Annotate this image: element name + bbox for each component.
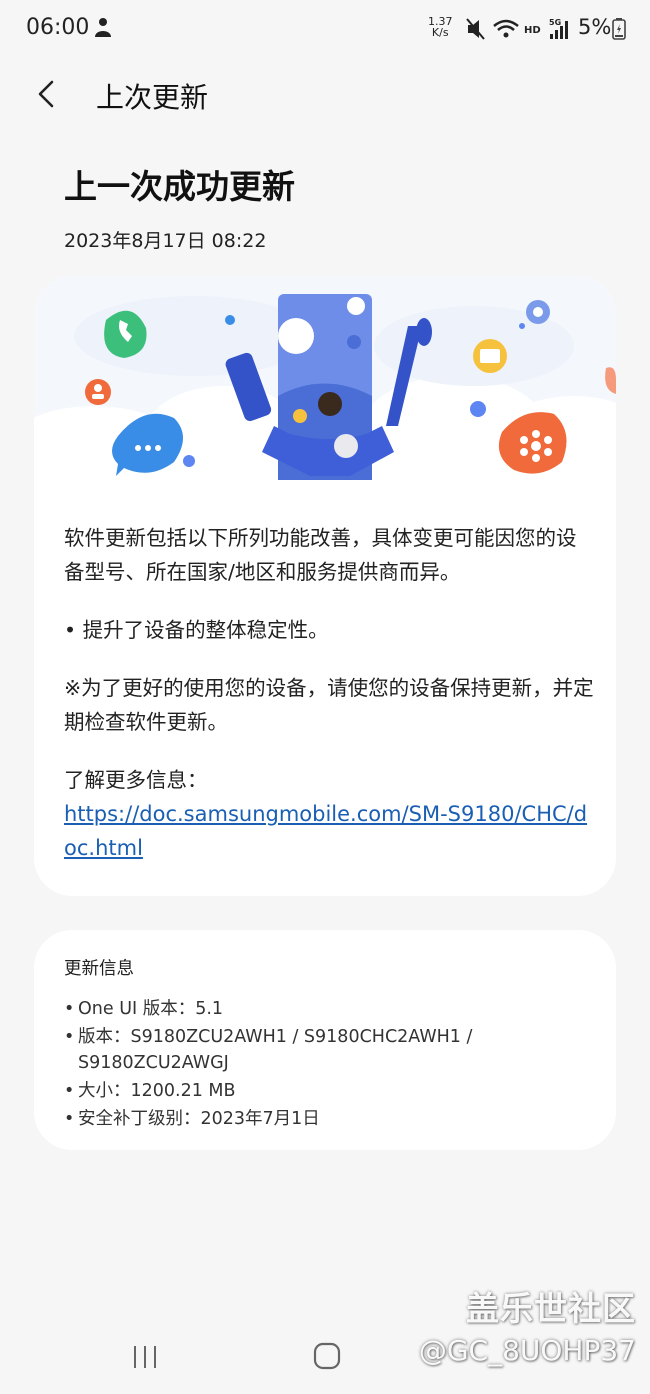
more-info-link[interactable]: https://doc.samsungmobile.com/SM-S9180/C… [64,802,587,860]
status-bar: 06:00 1.37 K/s HD 5G 5% [0,0,650,58]
chevron-left-icon [38,80,54,108]
files-app-icon [473,339,507,373]
info-value: 2023年7月1日 [200,1109,320,1129]
battery-percent: 5% [578,15,612,39]
screen-title: 上次更新 [96,81,209,114]
back-button[interactable] [30,76,66,112]
update-heading: 上一次成功更新 [64,167,295,206]
watermark-site: 盖乐世社区 [466,1289,636,1328]
release-notes-intro: 软件更新包括以下所列功能改善，具体变更可能因您的设备型号、所在国家/地区和服务提… [64,526,577,584]
settings-app-icon [526,300,550,324]
home-icon [313,1342,341,1370]
person-icon [95,18,111,37]
list-item: • One UI 版本：5.1 [64,999,224,1019]
release-notes-note: ※为了更好的使用您的设备，请使您的设备保持更新，并定期检查软件更新。 [64,676,594,734]
recent-apps-icon [134,1346,156,1368]
recent-apps-button[interactable] [130,1344,160,1370]
info-label: 安全补丁级别： [78,1109,201,1129]
list-item: • 安全补丁级别：2023年7月1日 [64,1109,320,1129]
network-speed-unit: K/s [431,26,449,39]
info-value: 5.1 [195,999,224,1019]
home-button[interactable] [312,1341,342,1371]
signal-label: 5G [549,18,561,27]
info-value: S9180ZCU2AWH1 / S9180CHC2AWH1 / S9180ZCU… [78,1027,473,1073]
release-notes: 软件更新包括以下所列功能改善，具体变更可能因您的设备型号、所在国家/地区和服务提… [64,521,594,865]
release-notes-card: 软件更新包括以下所列功能改善，具体变更可能因您的设备型号、所在国家/地区和服务提… [34,276,616,896]
update-info-list: • One UI 版本：5.1 • 版本：S9180ZCU2AWH1 / S9180… [64,996,604,1134]
info-label: One UI 版本： [78,999,196,1019]
update-date: 2023年8月17日 08:22 [64,230,267,252]
network-speed: 1.37 K/s [428,16,453,38]
status-icons: HD 5G [466,18,568,40]
more-info-label: 了解更多信息： [64,768,208,792]
info-value: 1200.21 MB [130,1081,236,1101]
list-item: • 大小：1200.21 MB [64,1081,236,1101]
release-notes-item: • 提升了设备的整体稳定性。 [64,618,329,642]
list-item: • 版本：S9180ZCU2AWH1 / S9180CHC2AWH1 / S918… [64,1027,473,1073]
info-label: 大小： [78,1081,131,1101]
update-info-title: 更新信息 [64,959,134,979]
status-time: 06:00 [26,15,90,40]
mute-icon [466,18,485,40]
watermark-user: @GC_8UOHP37 [418,1334,636,1367]
contacts-app-icon [85,379,111,405]
wifi-icon [493,19,519,38]
update-info-card: 更新信息 • One UI 版本：5.1 • 版本：S9180ZCU2AWH1 / … [34,930,616,1150]
battery-icon [612,18,626,40]
hero-illustration [34,276,616,498]
hd-label: HD [524,25,541,36]
info-label: 版本： [78,1027,131,1047]
